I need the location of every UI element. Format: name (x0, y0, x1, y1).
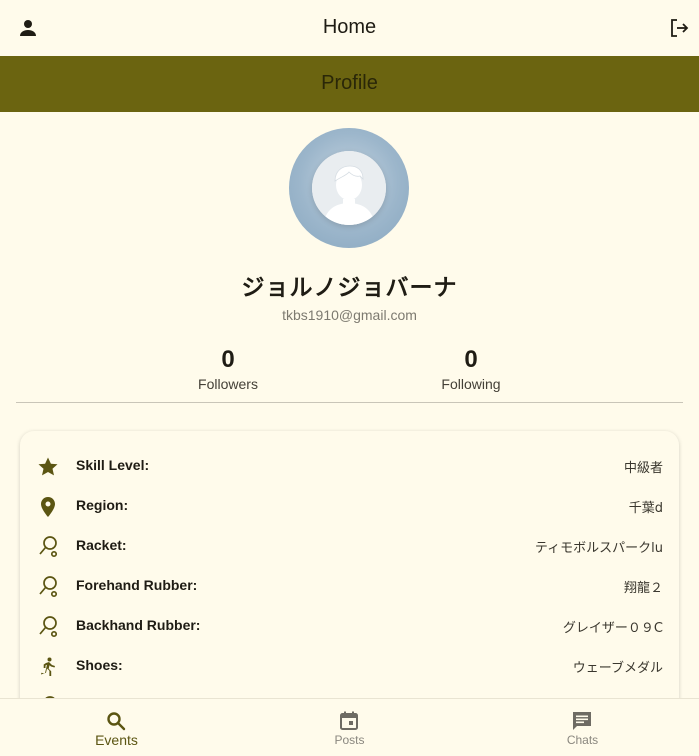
detail-row-shoes: Shoes: ウェーブメダル (20, 647, 679, 687)
profile-name: ジョルノジョバーナ (241, 275, 458, 301)
bottom-navigation: Events Posts Chats (0, 698, 699, 756)
default-avatar-icon (312, 151, 386, 225)
nav-label: Posts (334, 733, 365, 747)
profile-title: Profile (321, 72, 378, 94)
profile-header-bar: Profile (0, 56, 699, 112)
nav-events[interactable]: Events (0, 699, 233, 756)
following-count: 0 (464, 346, 478, 373)
detail-row-forehand-rubber: Forehand Rubber: 翔龍２ (20, 567, 679, 607)
top-app-bar: Home (0, 0, 699, 56)
detail-label: Racket: (76, 537, 127, 553)
detail-label: Region: (76, 497, 129, 513)
divider (16, 402, 683, 403)
running-icon (36, 655, 60, 679)
logout-icon[interactable] (663, 12, 695, 44)
chat-icon (570, 709, 594, 733)
avatar (289, 128, 409, 248)
detail-row-skill-level: Skill Level: 中級者 (20, 447, 679, 487)
nav-label: Events (95, 732, 138, 748)
page-title: Home (322, 16, 377, 38)
racket-icon (36, 615, 60, 639)
detail-value: 翔龍２ (623, 581, 663, 596)
detail-value: ウェーブメダル (572, 661, 663, 676)
nav-posts[interactable]: Posts (233, 699, 466, 756)
followers-stat[interactable]: 0 Followers (128, 346, 328, 392)
followers-label: Followers (198, 376, 258, 392)
nav-chats[interactable]: Chats (466, 699, 699, 756)
detail-label: Shoes: (76, 657, 123, 673)
location-pin-icon (36, 495, 60, 519)
profile-email: tkbs1910@gmail.com (282, 307, 417, 323)
detail-value: グレイザー０９C (562, 621, 663, 636)
following-stat[interactable]: 0 Following (371, 346, 571, 392)
racket-icon (36, 535, 60, 559)
followers-count: 0 (221, 346, 235, 373)
detail-label: Skill Level: (76, 457, 150, 473)
detail-row-racket: Racket: ティモボルスパークlu (20, 527, 679, 567)
profile-details-card: Skill Level: 中級者 Region: 千葉d Racket: ティモ… (20, 431, 679, 731)
search-icon (104, 709, 128, 733)
detail-value: 中級者 (623, 461, 663, 476)
following-label: Following (441, 376, 501, 392)
calendar-icon (337, 709, 361, 733)
star-icon (36, 455, 60, 479)
detail-label: Backhand Rubber: (76, 617, 201, 633)
nav-label: Chats (566, 733, 599, 747)
detail-row-backhand-rubber: Backhand Rubber: グレイザー０９C (20, 607, 679, 647)
racket-icon (36, 575, 60, 599)
detail-label: Forehand Rubber: (76, 577, 198, 593)
detail-value: ティモボルスパークlu (534, 541, 663, 556)
detail-value: 千葉d (628, 501, 663, 516)
detail-row-region: Region: 千葉d (20, 487, 679, 527)
